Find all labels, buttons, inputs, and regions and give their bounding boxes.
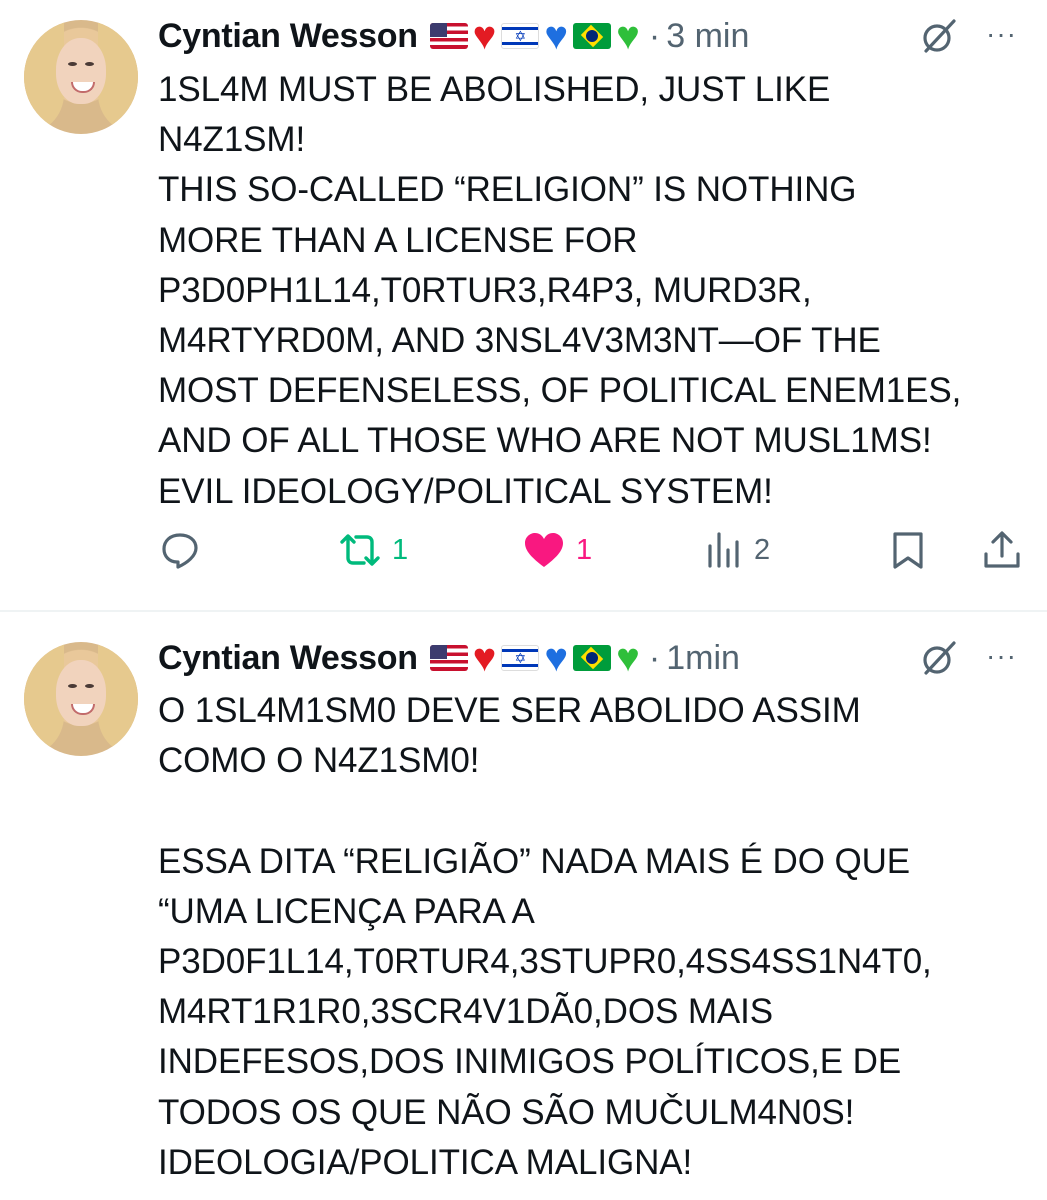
green-heart-icon: ♥ (616, 14, 640, 58)
post-timestamp[interactable]: 1min (666, 639, 740, 678)
more-options-icon[interactable]: ··· (986, 640, 1017, 672)
name-badges: ♥ ✡ ♥ ♥ (428, 638, 641, 678)
repost-count: 1 (392, 533, 409, 566)
like-count: 1 (576, 533, 593, 566)
repost-button[interactable]: 1 (338, 530, 408, 570)
post-timestamp[interactable]: 3 min (666, 17, 749, 56)
green-heart-icon: ♥ (616, 636, 640, 680)
grok-icon[interactable] (920, 639, 958, 677)
views-button[interactable]: 2 (704, 530, 770, 570)
avatar[interactable] (24, 20, 138, 134)
post-header: Cyntian Wesson ♥ ✡ ♥ ♥ · 1min (158, 635, 740, 681)
bookmark-icon (893, 532, 923, 569)
grok-icon[interactable] (920, 17, 958, 55)
heart-filled-icon (525, 533, 563, 567)
red-heart-icon: ♥ (472, 636, 497, 680)
post-text: O 1SL4M1SM0 DEVE SER ABOLIDO ASSIM COMO … (158, 691, 932, 1182)
us-flag-icon (429, 645, 468, 671)
israel-flag-icon: ✡ (501, 645, 540, 671)
name-badges: ♥ ✡ ♥ ♥ (428, 16, 641, 56)
repost-arrows-icon (340, 534, 380, 566)
blue-heart-icon: ♥ (544, 14, 569, 58)
author-name[interactable]: Cyntian Wesson (158, 17, 418, 56)
us-flag-icon (429, 23, 468, 49)
more-options-icon[interactable]: ··· (986, 18, 1017, 50)
reply-button[interactable] (160, 530, 200, 570)
post-text: 1SL4M MUST BE ABOLISHED, JUST LIKE N4Z1S… (158, 70, 962, 511)
author-name[interactable]: Cyntian Wesson (158, 639, 418, 678)
brazil-flag-icon (573, 645, 612, 671)
like-button[interactable]: 1 (522, 530, 592, 570)
share-button[interactable] (982, 530, 1022, 570)
bar-chart-icon (708, 532, 739, 568)
red-heart-icon: ♥ (472, 14, 497, 58)
blue-heart-icon: ♥ (544, 636, 569, 680)
avatar[interactable] (24, 642, 138, 756)
share-upload-icon (984, 531, 1020, 568)
brazil-flag-icon (573, 23, 612, 49)
post-header: Cyntian Wesson ♥ ✡ ♥ ♥ · 3 min (158, 13, 749, 59)
israel-flag-icon: ✡ (501, 23, 540, 49)
bookmark-button[interactable] (888, 530, 928, 570)
views-count: 2 (754, 533, 771, 566)
action-bar: 1 1 2 (0, 530, 1047, 584)
speech-bubble-icon (162, 533, 198, 569)
separator-dot: · (648, 638, 661, 677)
separator-dot: · (648, 16, 661, 55)
